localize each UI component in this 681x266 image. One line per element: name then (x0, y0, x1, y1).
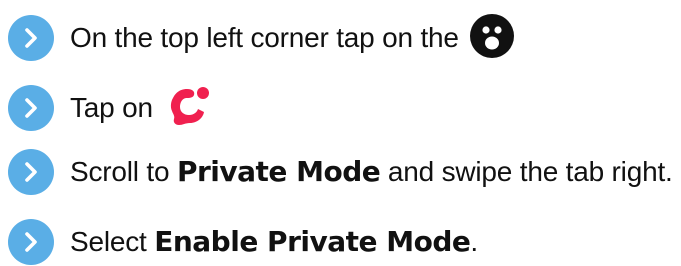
chevron-right-icon (8, 149, 54, 195)
step-4-text-before: Select (70, 226, 147, 257)
step-1: On the top left corner tap on the (8, 14, 515, 62)
step-2: Tap on (8, 84, 211, 132)
chevron-right-icon (8, 85, 54, 131)
step-1-text: On the top left corner tap on the (70, 24, 459, 52)
chevron-right-icon (8, 219, 54, 265)
chevron-right-icon (8, 15, 54, 61)
step-3-bold-label: Private Mode (176, 155, 381, 188)
step-2-label: Tap on (70, 92, 153, 123)
step-4-bold-label: Enable Private Mode (154, 225, 471, 258)
step-3-text-before: Scroll to (70, 156, 170, 187)
step-4-text: Select Enable Private Mode. (70, 228, 478, 256)
step-4-text-after: . (470, 226, 478, 257)
step-2-text: Tap on (70, 94, 153, 122)
step-3-text-after: and swipe the tab right. (387, 156, 673, 187)
step-1-label: On the top left corner tap on the (70, 22, 459, 53)
face-avatar-icon (469, 13, 515, 59)
step-3-text: Scroll to Private Mode and swipe the tab… (70, 158, 673, 186)
brand-logo-icon (167, 83, 211, 127)
step-3: Scroll to Private Mode and swipe the tab… (8, 148, 673, 196)
instruction-steps: On the top left corner tap on the Tap on (0, 0, 681, 265)
step-4: Select Enable Private Mode. (8, 218, 478, 266)
